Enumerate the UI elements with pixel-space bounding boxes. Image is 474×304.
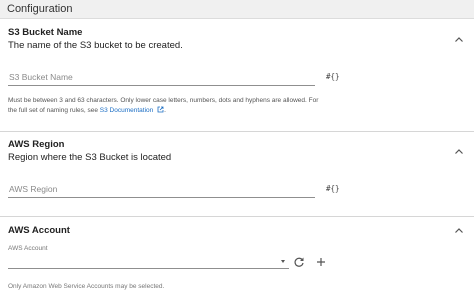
bucket-name-description: The name of the S3 bucket to be created. [8,40,183,51]
refresh-icon[interactable] [293,255,305,267]
configuration-title: Configuration [7,3,73,15]
bucket-name-help-prefix: the full set of naming rules, see [8,107,98,114]
s3-documentation-link[interactable]: S3 Documentation [100,107,153,114]
chevron-up-icon[interactable] [454,147,464,157]
bucket-name-help: Must be between 3 and 63 characters. Onl… [8,96,318,117]
account-title: AWS Account [8,225,70,236]
region-expression-toggle[interactable]: #{} [326,184,340,193]
bucket-name-title: S3 Bucket Name [8,27,83,38]
bucket-name-help-line1: Must be between 3 and 63 characters. Onl… [8,97,319,104]
region-placeholder: AWS Region [9,184,58,194]
bucket-name-expression-toggle[interactable]: #{} [326,72,340,81]
chevron-up-icon[interactable] [454,35,464,45]
configuration-header: Configuration [0,0,474,19]
account-help: Only Amazon Web Service Accounts may be … [8,283,165,290]
bucket-name-help-line2: the full set of naming rules, see S3 Doc… [8,106,318,117]
section-divider [0,131,474,132]
caret-down-icon[interactable] [281,260,285,263]
help-period: . [164,107,166,114]
bucket-name-input[interactable]: S3 Bucket Name [8,69,315,86]
plus-icon[interactable] [315,255,327,267]
region-input[interactable]: AWS Region [8,181,315,198]
region-description: Region where the S3 Bucket is located [8,152,172,163]
region-title: AWS Region [8,139,65,150]
chevron-up-icon[interactable] [454,226,464,236]
section-divider [0,216,474,217]
account-select[interactable] [8,256,289,269]
bucket-name-placeholder: S3 Bucket Name [9,72,73,82]
account-field-label: AWS Account [8,245,48,252]
